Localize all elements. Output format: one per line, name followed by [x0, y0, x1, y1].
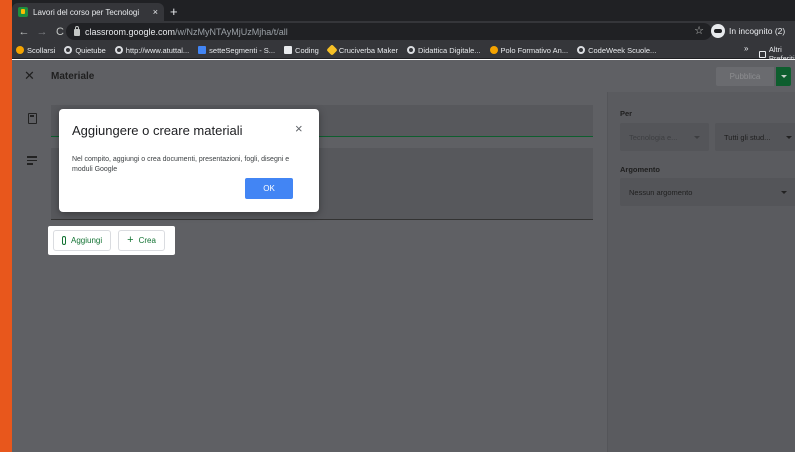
- grid-icon: [198, 46, 207, 54]
- bookmark-item[interactable]: Scollarsi: [16, 46, 55, 55]
- reload-button[interactable]: C: [54, 26, 66, 38]
- dialog-title: Aggiungere o creare materiali: [72, 123, 243, 138]
- add-attachment-label: Aggiungi: [71, 236, 103, 245]
- bookmark-favicon-icon: [16, 46, 24, 54]
- folder-icon: [759, 50, 766, 58]
- dialog-message: Nel compito, aggiungi o crea documenti, …: [72, 156, 290, 173]
- paperclip-icon: [62, 236, 66, 245]
- add-materials-dialog: Aggiungere o creare materiali × Nel comp…: [59, 109, 319, 212]
- tab-close-icon[interactable]: ×: [153, 7, 158, 17]
- page-title: Materiale: [51, 70, 95, 82]
- classroom-favicon-icon: [18, 7, 28, 17]
- bookmark-item[interactable]: Didattica Digitale...: [407, 46, 481, 55]
- globe-icon: [577, 46, 586, 54]
- tab-strip: Lavori del corso per Tecnologi × +: [12, 0, 795, 21]
- bookmark-label: Quietube: [75, 45, 106, 55]
- address-bar[interactable]: classroom.google.com/w/NzMyNTAyMjUzMjha/…: [66, 23, 712, 40]
- bookmark-label: Coding: [295, 45, 319, 55]
- bookmark-item[interactable]: http://www.atuttal...: [114, 45, 190, 55]
- incognito-icon: [711, 24, 725, 38]
- tab-title: Lavori del corso per Tecnologi: [33, 7, 140, 17]
- url-text: classroom.google.com/w/NzMyNTAyMjUzMjha/…: [85, 27, 288, 37]
- document-icon: [28, 113, 37, 124]
- bookmarks-bar: Scollarsi Quietube http://www.atuttal...…: [12, 42, 795, 63]
- for-label: Per: [620, 109, 633, 118]
- bookmark-item[interactable]: Polo Formativo An...: [489, 45, 569, 55]
- class-select-value: Tecnologia e...: [629, 132, 678, 142]
- bookmark-item[interactable]: Coding: [284, 46, 319, 55]
- bookmark-star-icon[interactable]: ☆: [694, 24, 704, 37]
- bookmark-label: setteSegmenti - S...: [209, 45, 276, 55]
- bookmark-label: Cruciverba Maker: [338, 45, 399, 55]
- globe-icon: [407, 46, 416, 54]
- browser-tab[interactable]: Lavori del corso per Tecnologi ×: [12, 3, 164, 21]
- browser-toolbar: ← → C ⌂ classroom.google.com/w/NzMyNTAyM…: [12, 21, 795, 42]
- bookmark-label: Polo Formativo An...: [500, 45, 569, 55]
- bookmark-label: CodeWeek Scuole...: [588, 45, 657, 55]
- bookmark-label: Scollarsi: [27, 45, 56, 55]
- students-select-value: Tutti gli stud...: [724, 132, 771, 142]
- incognito-indicator[interactable]: In incognito (2): [711, 24, 785, 38]
- bookmark-item[interactable]: CodeWeek Scuole...: [577, 46, 656, 55]
- bookmark-item[interactable]: Quietube: [64, 45, 106, 55]
- forward-button[interactable]: →: [36, 26, 48, 38]
- bookmark-label: Didattica Digitale...: [418, 45, 481, 55]
- chevron-down-icon: [781, 191, 787, 194]
- puzzle-icon: [326, 44, 338, 56]
- publish-options-dropdown[interactable]: [776, 67, 791, 86]
- close-icon[interactable]: ✕: [24, 68, 38, 84]
- ok-button[interactable]: OK: [245, 178, 293, 199]
- bookmark-item[interactable]: setteSegmenti - S...: [198, 46, 275, 55]
- add-attachment-button[interactable]: Aggiungi: [53, 230, 112, 251]
- dialog-close-icon[interactable]: ×: [295, 121, 303, 136]
- lock-icon[interactable]: [74, 26, 80, 36]
- create-button[interactable]: + Crea: [118, 230, 165, 251]
- topic-label: Argomento: [620, 165, 660, 174]
- browser-window: Lavori del corso per Tecnologi × + ← → C…: [12, 0, 795, 452]
- new-tab-button[interactable]: +: [170, 4, 178, 19]
- create-label: Crea: [138, 236, 156, 245]
- class-select[interactable]: Tecnologia e...: [620, 123, 709, 151]
- url-host: classroom.google.com: [85, 26, 176, 37]
- chevron-down-icon: [786, 136, 792, 139]
- publish-button[interactable]: Pubblica: [716, 67, 774, 86]
- attachment-toolbar: Aggiungi + Crea: [48, 226, 175, 255]
- bookmark-item[interactable]: Cruciverba Maker: [326, 44, 399, 56]
- globe-icon: [64, 46, 73, 54]
- bookmark-label: http://www.atuttal...: [125, 45, 190, 55]
- url-path: /w/NzMyNTAyMjUzMjha/t/all: [175, 26, 288, 37]
- bookmark-favicon-icon: [489, 46, 498, 54]
- incognito-label: In incognito (2): [729, 26, 786, 36]
- settings-sidebar: Per Tecnologia e... Tutti gli stud... Ar…: [607, 92, 795, 452]
- back-button[interactable]: ←: [18, 26, 30, 38]
- bookmarks-overflow-button[interactable]: »: [744, 44, 748, 53]
- codeweek-icon: [284, 46, 293, 54]
- page-header: ✕ Materiale Pubblica: [12, 60, 795, 92]
- topic-select-value: Nessun argomento: [629, 187, 693, 197]
- chevron-down-icon: [694, 136, 700, 139]
- students-select[interactable]: Tutti gli stud...: [715, 123, 795, 151]
- topic-select[interactable]: Nessun argomento: [620, 178, 795, 206]
- plus-icon: +: [127, 234, 134, 246]
- globe-icon: [114, 46, 123, 54]
- description-icon: [27, 156, 37, 167]
